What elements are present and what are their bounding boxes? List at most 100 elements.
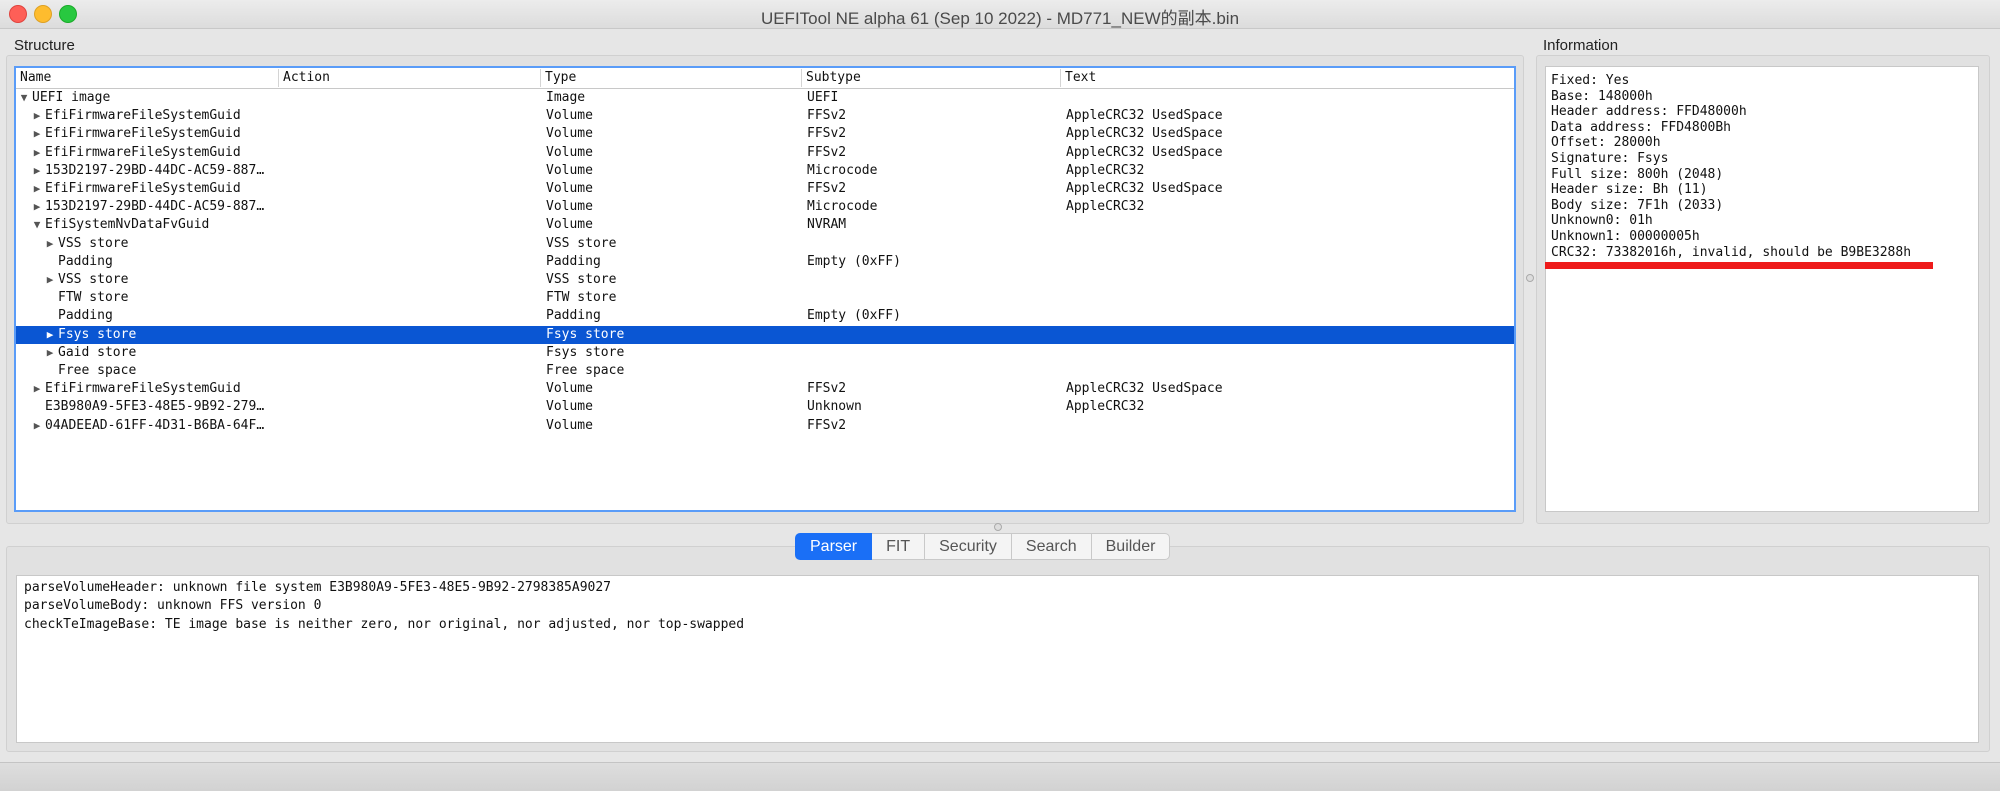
cell-text: AppleCRC32 [1066, 199, 1145, 215]
vertical-splitter-handle[interactable] [1526, 274, 1534, 282]
tab-fit[interactable]: FIT [872, 533, 926, 560]
cell-type: Volume [546, 199, 593, 215]
column-header-name[interactable]: Name [16, 69, 279, 87]
cell-subtype: FFSv2 [807, 108, 847, 124]
cell-type: Volume [546, 417, 593, 433]
expand-arrow-icon[interactable]: ▶ [31, 180, 43, 198]
cell-subtype: Microcode [807, 162, 878, 178]
expand-arrow-icon[interactable]: ▶ [31, 198, 43, 216]
cell-name: Fsys store [58, 326, 137, 342]
column-header-type[interactable]: Type [541, 69, 802, 87]
tree-header: Name Action Type Subtype Text [16, 68, 1514, 89]
tree-row[interactable]: ▶ 04ADEEAD-61FF-4D31-B6BA-64F… Volume FFSv2 [16, 417, 1514, 435]
cell-type: Volume [546, 144, 593, 160]
tree-row[interactable]: ▼ EfiSystemNvDataFvGuid Volume NVRAM [16, 216, 1514, 234]
crc-highlight-mark [1545, 262, 1933, 269]
cell-name: VSS store [58, 235, 129, 251]
message-line[interactable]: parseVolumeBody: unknown FFS version 0 [24, 597, 1978, 615]
collapse-arrow-icon[interactable]: ▼ [31, 216, 43, 234]
cell-name: UEFI image [32, 90, 111, 105]
info-line: Header size: Bh (11) [1551, 182, 1708, 198]
tree-row[interactable]: ▶ VSS store VSS store [16, 271, 1514, 289]
cell-type: VSS store [546, 235, 617, 251]
expand-arrow-icon[interactable]: ▶ [44, 326, 56, 344]
cell-subtype: FFSv2 [807, 126, 847, 142]
tab-search[interactable]: Search [1011, 533, 1092, 560]
expand-arrow-icon[interactable]: ▶ [31, 380, 43, 398]
cell-type: VSS store [546, 272, 617, 287]
message-line[interactable]: parseVolumeHeader: unknown file system E… [24, 579, 1978, 597]
expand-arrow-icon[interactable]: ▶ [44, 235, 56, 253]
tree-row[interactable]: ▶ Gaid store Fsys store [16, 344, 1514, 362]
cell-name: Free space [58, 363, 137, 378]
tree-row[interactable]: ▶ 153D2197-29BD-44DC-AC59-887… Volume Micro… [16, 198, 1514, 216]
cell-type: Volume [546, 381, 593, 397]
expand-arrow-icon[interactable]: ▶ [31, 417, 43, 435]
cell-type: FTW store [546, 290, 617, 306]
expand-arrow-icon[interactable]: ▶ [31, 144, 43, 162]
expand-arrow-icon[interactable]: ▶ [44, 344, 56, 362]
cell-name: 04ADEEAD-61FF-4D31-B6BA-64F… [45, 417, 265, 433]
cell-text: AppleCRC32 [1066, 399, 1145, 415]
tree-row[interactable]: E3B980A9-5FE3-48E5-9B92-279… Volume Unknow… [16, 398, 1514, 416]
cell-type: Padding [546, 308, 601, 324]
cell-name: Padding [58, 253, 113, 269]
cell-subtype: FFSv2 [807, 417, 847, 433]
tree-row[interactable]: ▼ UEFI image Image UEFI [16, 89, 1514, 107]
cell-subtype: FFSv2 [807, 144, 847, 160]
info-line: Full size: 800h (2048) [1551, 166, 1724, 182]
cell-name: Padding [58, 308, 113, 324]
message-line[interactable]: checkTeImageBase: TE image base is neith… [24, 616, 1978, 634]
cell-subtype: NVRAM [807, 217, 847, 233]
tree-row[interactable]: FTW store FTW store [16, 289, 1514, 307]
expand-arrow-icon[interactable]: ▶ [44, 271, 56, 289]
info-line: Header address: FFD48000h [1551, 104, 1747, 120]
cell-name: EfiFirmwareFileSystemGuid [45, 181, 241, 196]
tree-row[interactable]: ▶ EfiFirmwareFileSystemGuid Volume FFSv2 App… [16, 180, 1514, 198]
cell-subtype: Empty (0xFF) [807, 253, 901, 269]
tree-row[interactable]: ▶ EfiFirmwareFileSystemGuid Volume FFSv2 App… [16, 144, 1514, 162]
info-line: Unknown1: 00000005h [1551, 228, 1700, 244]
info-line: Body size: 7F1h (2033) [1551, 197, 1724, 213]
tree-row[interactable]: ▶ Fsys store Fsys store [16, 325, 1514, 344]
column-header-action[interactable]: Action [279, 69, 541, 87]
tab-builder[interactable]: Builder [1091, 533, 1171, 560]
cell-name: VSS store [58, 272, 129, 287]
cell-name: EfiFirmwareFileSystemGuid [45, 108, 241, 124]
structure-tree[interactable]: Name Action Type Subtype Text ▼ UEFI imag… [14, 66, 1516, 512]
tab-security[interactable]: Security [925, 533, 1012, 560]
cell-text: AppleCRC32 UsedSpace [1066, 126, 1223, 142]
info-line: Base: 148000h [1551, 88, 1653, 104]
collapse-arrow-icon[interactable]: ▼ [18, 89, 30, 107]
expand-arrow-icon[interactable]: ▶ [31, 162, 43, 180]
column-header-subtype[interactable]: Subtype [802, 69, 1061, 87]
cell-subtype: FFSv2 [807, 181, 847, 196]
cell-type: Volume [546, 217, 593, 233]
tree-row[interactable]: ▶ EfiFirmwareFileSystemGuid Volume FFSv2 App… [16, 107, 1514, 125]
cell-name: EfiSystemNvDataFvGuid [45, 217, 210, 233]
cell-text: AppleCRC32 UsedSpace [1066, 181, 1223, 196]
tree-row[interactable]: ▶ VSS store VSS store [16, 235, 1514, 253]
expand-arrow-icon[interactable]: ▶ [31, 107, 43, 125]
info-line: Offset: 28000h [1551, 135, 1661, 151]
cell-name: EfiFirmwareFileSystemGuid [45, 126, 241, 142]
cell-subtype: Unknown [807, 399, 862, 415]
cell-text: AppleCRC32 UsedSpace [1066, 381, 1223, 397]
tree-row[interactable]: Free space Free space [16, 362, 1514, 380]
expand-arrow-icon[interactable]: ▶ [31, 125, 43, 143]
messages-list[interactable]: parseVolumeHeader: unknown file system E… [16, 575, 1979, 743]
info-line: Data address: FFD4800Bh [1551, 119, 1732, 135]
tree-row[interactable]: ▶ 153D2197-29BD-44DC-AC59-887… Volume Micro… [16, 162, 1514, 180]
tree-row[interactable]: Padding Padding Empty (0xFF) [16, 253, 1514, 271]
tab-parser[interactable]: Parser [795, 533, 873, 560]
tree-row[interactable]: ▶ EfiFirmwareFileSystemGuid Volume FFSv2 App… [16, 125, 1514, 143]
tree-row[interactable]: ▶ EfiFirmwareFileSystemGuid Volume FFSv2 App… [16, 380, 1514, 398]
window-title: UEFITool NE alpha 61 (Sep 10 2022) - MD7… [760, 9, 1240, 28]
info-line: Signature: Fsys [1551, 150, 1669, 166]
column-header-text[interactable]: Text [1061, 69, 1514, 87]
tree-row[interactable]: Padding Padding Empty (0xFF) [16, 307, 1514, 325]
cell-name: Gaid store [58, 344, 137, 360]
horizontal-splitter-handle[interactable] [994, 523, 1002, 531]
information-panel[interactable]: Fixed: Yes Base: 148000h Header address: F… [1545, 66, 1979, 512]
cell-type: Image [546, 90, 586, 105]
